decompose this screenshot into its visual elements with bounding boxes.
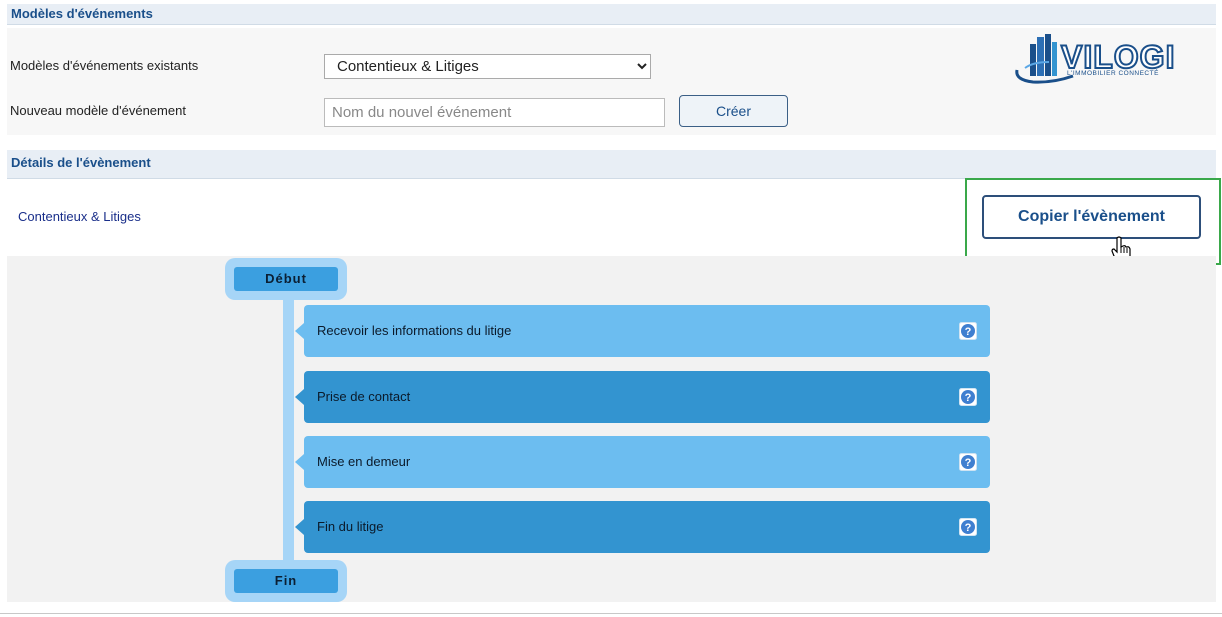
flow-start-node: Début [225, 258, 347, 300]
help-icon[interactable]: ? [959, 388, 977, 406]
step-arrow-icon [295, 389, 304, 405]
new-template-input[interactable] [324, 98, 665, 127]
event-name: Contentieux & Litiges [18, 209, 141, 224]
step-label: Recevoir les informations du litige [317, 323, 512, 338]
flow-end-label: Fin [234, 569, 338, 593]
flow-start-label: Début [234, 267, 338, 291]
step-arrow-icon [295, 519, 304, 535]
details-section-title: Détails de l'évènement [11, 155, 151, 170]
flow-step[interactable]: Fin du litige ? [295, 501, 990, 553]
step-arrow-icon [295, 454, 304, 470]
flow-connector-line [283, 298, 294, 562]
flow-end-node: Fin [225, 560, 347, 602]
step-arrow-icon [295, 323, 304, 339]
step-label: Fin du litige [317, 519, 384, 534]
step-label: Mise en demeur [317, 454, 411, 469]
create-button[interactable]: Créer [679, 95, 788, 127]
svg-text:?: ? [965, 392, 972, 404]
logo-tagline: L'IMMOBILIER CONNECTÉ [1067, 68, 1159, 77]
templates-section-header: Modèles d'événements [7, 4, 1216, 25]
existing-templates-label: Modèles d'événements existants [10, 58, 199, 73]
svg-text:?: ? [965, 457, 972, 469]
help-icon[interactable]: ? [959, 322, 977, 340]
help-icon[interactable]: ? [959, 518, 977, 536]
vilogi-logo: VILOGI L'IMMOBILIER CONNECTÉ [1015, 34, 1175, 84]
details-section-header: Détails de l'évènement [7, 150, 1216, 179]
svg-text:?: ? [965, 522, 972, 534]
flow-step[interactable]: Mise en demeur ? [295, 436, 990, 488]
existing-templates-select[interactable]: Contentieux & Litiges [324, 54, 651, 79]
help-icon[interactable]: ? [959, 453, 977, 471]
flow-step[interactable]: Recevoir les informations du litige ? [295, 305, 990, 357]
copy-event-button[interactable]: Copier l'évènement [982, 195, 1201, 239]
step-label: Prise de contact [317, 389, 411, 404]
bottom-divider [0, 613, 1222, 614]
templates-section-title: Modèles d'événements [11, 6, 153, 21]
new-template-label: Nouveau modèle d'événement [10, 103, 186, 118]
flow-step[interactable]: Prise de contact ? [295, 371, 990, 423]
svg-text:?: ? [965, 326, 972, 338]
